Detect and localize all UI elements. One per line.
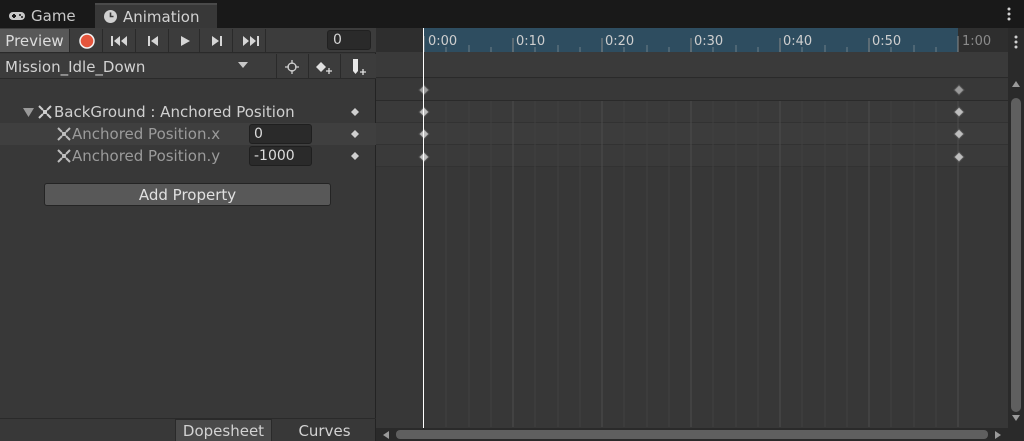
rect-transform-icon	[57, 149, 71, 163]
tab-game-label: Game	[31, 6, 76, 25]
add-property-button[interactable]: Add Property	[44, 183, 331, 206]
kebab-menu-icon[interactable]	[1004, 6, 1014, 22]
scroll-right-icon[interactable]	[994, 430, 1002, 440]
skip-to-start-icon	[110, 35, 129, 47]
keyframe-diamond-icon[interactable]	[953, 151, 965, 163]
tab-animation-label: Animation	[123, 7, 200, 26]
tab-game[interactable]: Game	[0, 3, 95, 28]
keyframe-diamond-icon[interactable]	[418, 128, 430, 140]
keyframe-diamond-icon[interactable]	[953, 84, 965, 96]
vertical-scrollbar[interactable]	[1008, 28, 1024, 428]
clip-bar: Mission_Idle_Down	[0, 54, 376, 79]
next-keyframe-button[interactable]	[201, 29, 233, 52]
play-icon	[179, 35, 191, 47]
property-row-y[interactable]: Anchored Position.y -1000	[0, 145, 376, 167]
property-value-field[interactable]: -1000	[249, 146, 312, 166]
skip-to-end-icon	[241, 35, 259, 47]
ruler-ticks	[423, 36, 959, 52]
ruler-label: 1:00	[962, 34, 992, 49]
scrollbar-thumb[interactable]	[396, 430, 988, 439]
tab-dopesheet[interactable]: Dopesheet	[175, 419, 272, 441]
hierarchy-panel: Preview 0 Mission_Idle_Down BackGround:…	[0, 28, 376, 441]
filter-by-selection-button[interactable]	[276, 54, 306, 79]
property-label: Anchored Position.x	[72, 125, 221, 143]
keyframe-diamond-icon[interactable]	[953, 106, 965, 118]
last-keyframe-button[interactable]	[234, 29, 266, 52]
gamepad-icon	[8, 10, 26, 22]
tab-animation[interactable]: Animation	[95, 3, 217, 28]
property-value-field[interactable]: 0	[249, 124, 312, 144]
event-lane[interactable]	[376, 52, 1008, 78]
keyframe-diamond-icon[interactable]	[418, 106, 430, 118]
scroll-up-icon[interactable]	[1011, 80, 1021, 88]
timeline-grid	[445, 101, 959, 427]
property-group-label: BackGround : Anchored Position	[54, 103, 295, 121]
clip-dropdown-value: Mission_Idle_Down	[5, 57, 146, 76]
clip-dropdown[interactable]: Mission_Idle_Down	[0, 54, 256, 79]
record-button[interactable]	[71, 29, 103, 52]
view-mode-tabs: Dopesheet Curves	[0, 418, 376, 441]
horizontal-scrollbar[interactable]	[376, 428, 1024, 441]
scrollbar-thumb[interactable]	[1011, 98, 1021, 412]
playhead-line[interactable]	[423, 28, 424, 428]
record-icon	[78, 32, 95, 49]
step-forward-icon	[211, 35, 223, 47]
property-row-x[interactable]: Anchored Position.x 0	[0, 123, 376, 145]
playback-toolbar: Preview 0	[0, 28, 376, 53]
ruler-label: 0:30	[694, 34, 724, 49]
previous-keyframe-button[interactable]	[137, 29, 169, 52]
scroll-left-icon[interactable]	[382, 430, 390, 440]
rect-transform-icon	[57, 127, 71, 141]
first-keyframe-button[interactable]	[104, 29, 136, 52]
play-button[interactable]	[170, 29, 200, 52]
add-keyframe-button[interactable]	[308, 54, 338, 79]
keyframe-diamond-icon[interactable]	[418, 84, 430, 96]
keyframe-diamond-icon[interactable]	[351, 152, 359, 160]
tab-curves[interactable]: Curves	[273, 419, 376, 441]
add-event-button[interactable]	[340, 54, 376, 79]
keyframe-diamond-icon[interactable]	[351, 130, 359, 138]
property-group-row[interactable]: BackGround : Anchored Position	[0, 101, 376, 123]
chevron-down-icon	[238, 62, 248, 69]
keyframe-diamond-icon[interactable]	[351, 108, 359, 116]
step-back-icon	[147, 35, 159, 47]
ruler-label: 0:20	[605, 34, 635, 49]
ruler-label: 0:00	[428, 34, 458, 49]
property-label: Anchored Position.y	[72, 147, 221, 165]
frame-input[interactable]: 0	[327, 30, 371, 50]
clock-icon	[103, 9, 118, 24]
add-keyframe-icon	[315, 60, 333, 74]
kebab-menu-icon[interactable]	[1011, 34, 1021, 50]
crosshair-icon	[284, 59, 299, 74]
add-event-icon	[350, 58, 368, 76]
dopesheet-timeline[interactable]: 0:00 0:10 0:20 0:30 0:40 0:50 1:00	[376, 28, 1024, 441]
preview-button[interactable]: Preview	[0, 29, 70, 52]
ruler-label: 0:40	[783, 34, 813, 49]
time-ruler[interactable]: 0:00 0:10 0:20 0:30 0:40 0:50 1:00	[376, 28, 1008, 52]
scroll-down-icon[interactable]	[1011, 414, 1021, 422]
ruler-label: 0:10	[516, 34, 546, 49]
keyframe-diamond-icon[interactable]	[418, 151, 430, 163]
window-tab-bar: Game Animation	[0, 0, 1024, 28]
ruler-label: 0:50	[872, 34, 902, 49]
summary-lane[interactable]	[376, 79, 1008, 101]
expand-triangle-icon[interactable]	[23, 108, 34, 117]
rect-transform-icon	[38, 105, 52, 119]
keyframe-diamond-icon[interactable]	[953, 128, 965, 140]
